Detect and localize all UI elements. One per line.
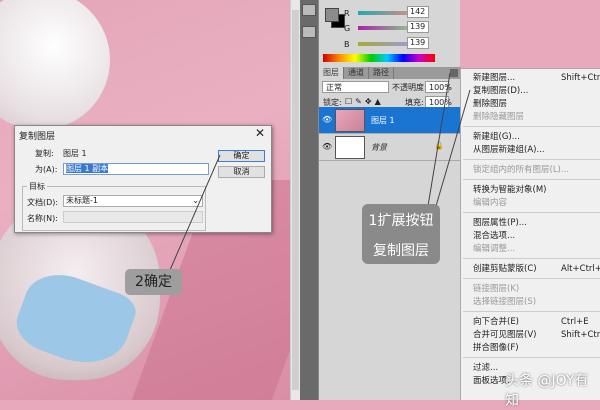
foreground-color-swatch[interactable] [325, 8, 339, 22]
annotation-duplicate-text: 复制图层 [373, 243, 429, 259]
watermark: 头条 @JOY有知 [505, 373, 589, 409]
annotation-lines [169, 72, 471, 271]
annotation-expand: 1扩展按钮 复制图层 [362, 204, 440, 264]
annotation-expand-text: 1扩展按钮 [368, 213, 434, 229]
annotation-confirm: 2确定 [125, 269, 182, 295]
